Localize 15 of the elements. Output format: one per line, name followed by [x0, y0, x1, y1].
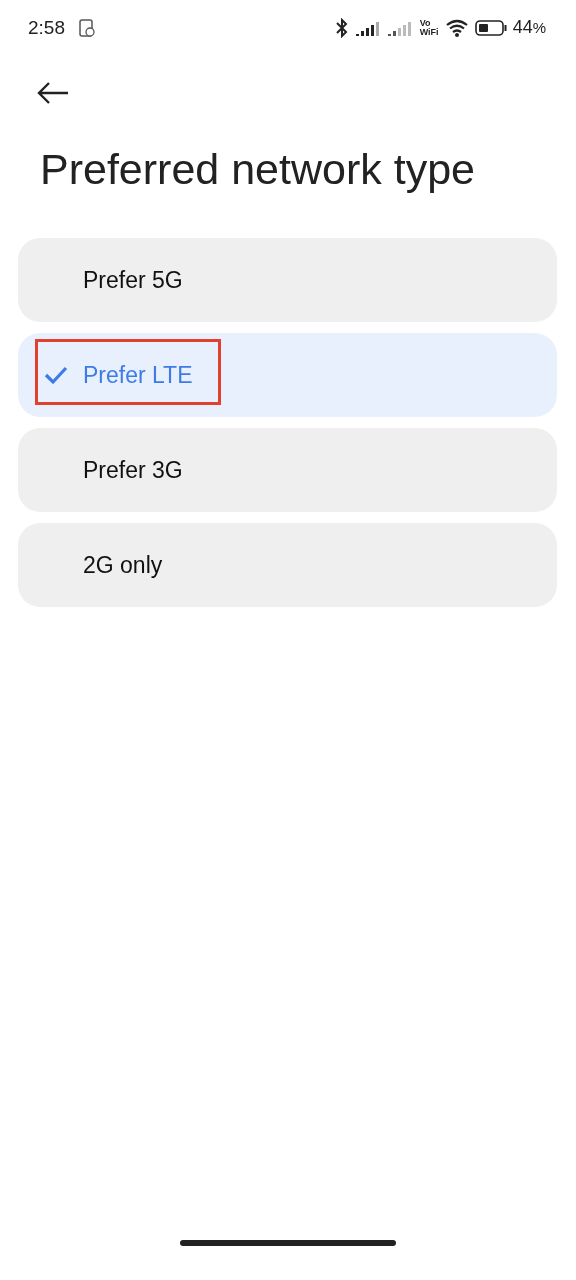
bluetooth-icon — [333, 17, 350, 38]
sim-card-icon — [77, 17, 97, 38]
network-option[interactable]: Prefer 3G — [18, 428, 557, 512]
battery-percent: 44% — [512, 17, 546, 38]
check-icon — [44, 365, 68, 385]
signal-icon — [387, 19, 414, 36]
network-option[interactable]: Prefer LTE — [18, 333, 557, 417]
network-option[interactable]: Prefer 5G — [18, 238, 557, 322]
page-title: Preferred network type — [40, 145, 476, 194]
wifi-icon — [444, 18, 469, 37]
vowifi-label: Vo WiFi — [419, 18, 439, 37]
signal-icon — [355, 19, 382, 36]
status-time: 2:58 — [28, 16, 65, 39]
network-option[interactable]: 2G only — [18, 523, 557, 607]
battery-icon — [474, 19, 507, 36]
